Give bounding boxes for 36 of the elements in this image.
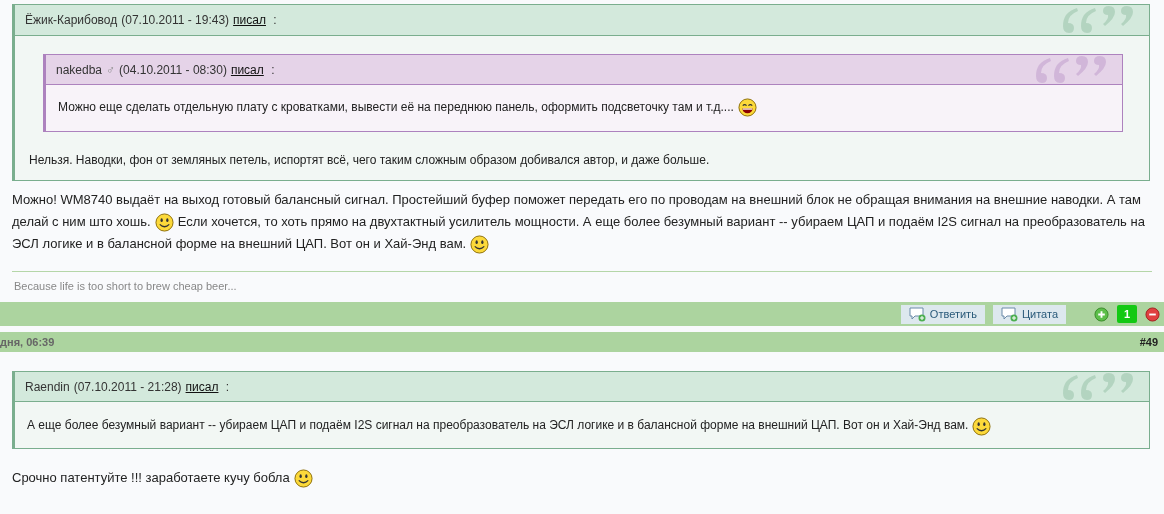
post-text: Можно! WM8740 выдаёт на выход готовый балансный сигнал. Простейший буфер поможет передать его по проводам на внешний блок не обращая внимания на внешние наводки. А там [12, 191, 1141, 210]
action-button[interactable]: Цитата [992, 304, 1066, 324]
post-text: ЭСЛ логике и в балансной форме на внешний ЦАП. Вот он и Хай-Энд вам. [12, 235, 467, 254]
quote-author: Raendin [25, 379, 70, 394]
rating-count: 1 [1117, 305, 1137, 324]
gender-symbol: ♂ [106, 62, 116, 77]
smiley-icon [972, 416, 992, 436]
plus-icon[interactable] [1094, 306, 1109, 322]
quote-colon: : [224, 379, 230, 394]
quote-colon: : [270, 62, 275, 77]
minus-icon[interactable] [1145, 306, 1160, 322]
quote-author: nakedba [56, 62, 103, 77]
quote-colon: : [272, 13, 277, 27]
post-number: #49 [1139, 336, 1158, 349]
smiley-icon [293, 468, 313, 488]
grin-smiley-icon [737, 98, 757, 118]
quote-date: (04.10.2011 - 08:30) [119, 62, 227, 77]
signature: Because life is too short to brew cheap beer... [14, 280, 237, 293]
post-text: Если хочется, то хоть прямо на двухтактный усилитель мощности. А еще более безумный вариант -- убираем ЦАП и подаём I2S сигнал на преобразователь на [177, 213, 1145, 232]
quote-link[interactable]: писал [233, 13, 266, 27]
speech-bubble-icon [908, 306, 927, 322]
quote-date: (07.10.2011 - 21:28) [73, 379, 182, 394]
quote-author: Ёжик-Карибовод [25, 13, 118, 27]
quote-date: (07.10.2011 - 19:43) [121, 13, 230, 27]
post-text: делай с ним што хошь. [12, 213, 151, 232]
post-text: А еще более безумный вариант -- убираем ЦАП и подаём I2S сигнал на преобразователь на ЭСЛ логике и в балансной форме на внешний ЦАП. Вот он и Хай-Энд вам. [27, 418, 969, 433]
action-button[interactable]: Ответить [900, 304, 985, 324]
quote-link[interactable]: писал [230, 62, 264, 77]
post-text: Можно еще сделать отдельную плату с кроватками, вывести её на переднюю панель, оформить подсветочку там и т.д.... [58, 100, 734, 114]
speech-bubble-icon [1000, 306, 1019, 322]
smiley-icon [154, 212, 174, 232]
post-date: дня, 06:39 [0, 336, 55, 349]
quote-link[interactable]: писал [185, 379, 219, 394]
smiley-icon [470, 234, 490, 254]
post-text: Срочно патентуйте !!! заработаете кучу бобла [12, 469, 290, 485]
post-text: Нельзя. Наводки, фон от земляных петель, испортят всё, чего таким сложным образом добивался автор, и даже больше. [29, 153, 710, 168]
